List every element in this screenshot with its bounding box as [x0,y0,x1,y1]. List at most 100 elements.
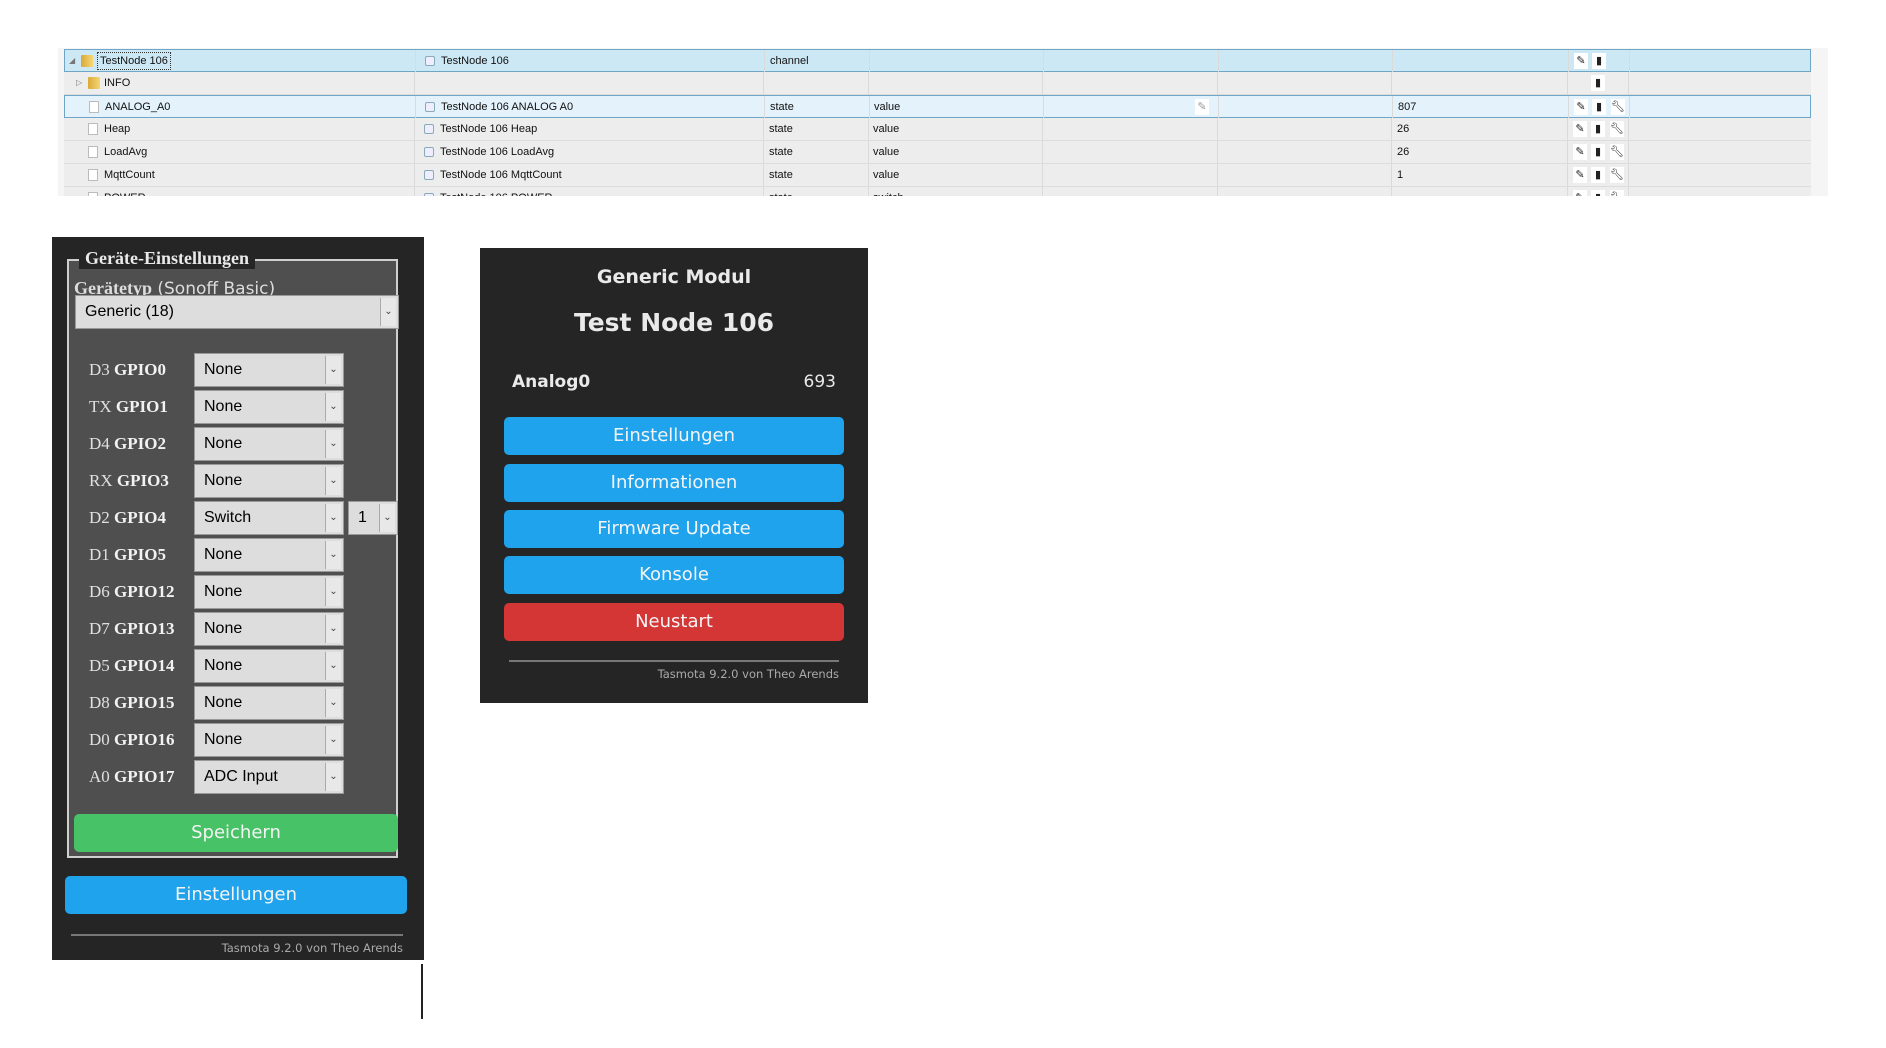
state-icon [424,147,434,157]
object-role: value [874,101,901,113]
file-icon [88,169,98,181]
gpio-select[interactable]: Switch ⌄ [194,501,344,535]
object-value: 1 [1397,169,1404,181]
wrench-icon[interactable]: 🔧︎ [1610,190,1624,196]
pencil-icon[interactable]: ✎ [1573,144,1587,160]
divider [509,660,839,662]
column-separator [1392,50,1393,72]
gpio-select[interactable]: None ⌄ [194,353,344,387]
gpio-select[interactable]: None ⌄ [194,612,344,646]
edit-value-icon[interactable]: ✎ [1195,99,1209,115]
trash-icon[interactable]: ▮ [1591,121,1605,137]
information-button[interactable]: Informationen [504,464,844,502]
pencil-icon[interactable]: ✎ [1573,167,1587,183]
column-separator [869,96,870,118]
tree-row[interactable]: Heap TestNode 106 Heap state value 26 ✎ ▮ 🔧︎ [64,118,1811,141]
gpio-select[interactable]: None ⌄ [194,575,344,609]
firmware-update-button[interactable]: Firmware Update [504,510,844,548]
trash-icon[interactable]: ▮ [1592,99,1606,115]
gpio-select[interactable]: None ⌄ [194,464,344,498]
column-separator [1218,96,1219,118]
pencil-icon[interactable]: ✎ [1573,190,1587,196]
tree-row[interactable]: MqttCount TestNode 106 MqttCount state valu… [64,164,1811,187]
tree-row[interactable]: ANALOG_A0 TestNode 106 ANALOG A0 state valu… [64,95,1811,118]
object-id: TestNode 106 [97,52,171,70]
column-separator [1568,96,1569,118]
trash-icon[interactable]: ▮ [1591,75,1605,91]
pencil-icon[interactable]: ✎ [1574,99,1588,115]
restart-button[interactable]: Neustart [504,603,844,641]
tree-row[interactable]: ◢ TestNode 106 TestNode 106 channel ✎ ▮ [64,49,1811,72]
column-separator [1628,187,1629,196]
pencil-icon[interactable]: ✎ [1573,121,1587,137]
gpio-label: RX GPIO3 [89,471,169,490]
column-separator [1042,118,1043,140]
column-separator [1567,164,1568,186]
column-separator [868,187,869,196]
object-value: 26 [1397,123,1410,135]
object-value: 26 [1397,146,1410,158]
gpio-select[interactable]: None ⌄ [194,427,344,461]
gpio-select[interactable]: None ⌄ [194,649,344,683]
state-icon [424,193,434,196]
trash-icon[interactable]: ▮ [1591,144,1605,160]
folder-icon [81,55,93,67]
column-separator [763,141,764,163]
trash-icon[interactable]: ▮ [1591,190,1605,196]
gpio-select[interactable]: None ⌄ [194,538,344,572]
collapsed-arrow-icon[interactable]: ▷ [76,72,82,94]
module-name: Generic Modul [596,266,752,288]
column-separator [1217,72,1218,94]
gpio-select[interactable]: None ⌄ [194,686,344,720]
object-type: state [769,169,793,181]
object-type: state [770,101,794,113]
object-type: state [769,146,793,158]
gpio-label: D7 GPIO13 [89,619,175,638]
device-type-select[interactable]: Generic (18) ⌄ [75,295,399,329]
chevron-down-icon: ⌄ [325,430,341,458]
object-role: value [873,169,900,181]
gpio-select[interactable]: ADC Input ⌄ [194,760,344,794]
tree-row[interactable]: POWER TestNode 106 POWER state switch ✎ ▮ 🔧︎ [64,187,1811,196]
object-name: TestNode 106 ANALOG A0 [441,101,574,113]
wrench-icon[interactable]: 🔧︎ [1610,121,1624,137]
column-separator [764,96,765,118]
state-icon [424,170,434,180]
column-separator [414,72,415,94]
settings-button[interactable]: Einstellungen [504,417,844,455]
gpio-label: D6 GPIO12 [89,582,175,601]
pencil-icon[interactable]: ✎ [1574,53,1588,69]
object-name: TestNode 106 MqttCount [440,169,562,181]
gpio-index-select[interactable]: 1 ⌄ [348,501,398,535]
column-separator [1629,96,1630,118]
chevron-down-icon: ⌄ [325,356,341,384]
chevron-down-icon: ⌄ [325,726,341,754]
save-button[interactable]: Speichern [74,814,398,852]
tree-row[interactable]: LoadAvg TestNode 106 LoadAvg state value 26 ✎… [64,141,1811,164]
column-separator [868,164,869,186]
settings-button[interactable]: Einstellungen [65,876,407,914]
object-id: INFO [104,77,131,89]
column-separator [1567,187,1568,196]
chevron-down-icon: ⌄ [325,763,341,791]
wrench-icon[interactable]: 🔧︎ [1610,144,1624,160]
chevron-down-icon: ⌄ [325,652,341,680]
object-id: Heap [104,123,131,135]
console-button[interactable]: Konsole [504,556,844,594]
device-settings-fieldset: Geräte-Einstellungen Gerätetyp (Sonoff B… [67,248,399,858]
expanded-arrow-icon[interactable]: ◢ [69,50,75,72]
wrench-icon[interactable]: 🔧︎ [1610,167,1624,183]
tree-row[interactable]: ▷ INFO ▮ [64,72,1811,95]
sensor-label: Analog0 [512,372,591,392]
object-role: value [873,123,900,135]
wrench-icon[interactable]: 🔧︎ [1611,99,1625,115]
chevron-down-icon: ⌄ [325,541,341,569]
file-icon [88,146,98,158]
trash-icon[interactable]: ▮ [1591,167,1605,183]
trash-icon[interactable]: ▮ [1592,53,1606,69]
object-name: TestNode 106 LoadAvg [440,146,555,158]
object-name: TestNode 106 Heap [440,123,538,135]
object-role: value [873,146,900,158]
gpio-select[interactable]: None ⌄ [194,723,344,757]
gpio-select[interactable]: None ⌄ [194,390,344,424]
